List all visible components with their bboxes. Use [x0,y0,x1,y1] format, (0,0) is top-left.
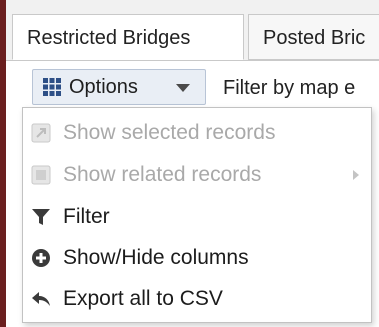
chevron-right-icon [353,170,359,180]
grid-icon [43,78,61,96]
menu-item-show-hide-columns[interactable]: Show/Hide columns [23,239,371,277]
tab-strip: Restricted Bridges Posted Bric [6,0,379,61]
tab-label: Posted Bric [263,27,366,49]
related-icon [31,165,51,185]
options-button[interactable]: Options [32,69,206,105]
menu-item-export-all-to-csv[interactable]: Export all to CSV [23,280,371,318]
menu-item-filter[interactable]: Filter [23,198,371,236]
menu-item-show-related-records[interactable]: Show related records [23,156,371,194]
tab-posted-bridges[interactable]: Posted Bric [248,14,379,60]
menu-item-label: Export all to CSV [63,287,223,310]
plus-circle-icon [32,249,50,267]
options-dropdown-menu: Show selected records Show related recor… [22,107,372,323]
chevron-down-icon [176,84,190,92]
menu-item-label: Filter [63,205,110,228]
menu-item-label: Show selected records [63,121,276,144]
filter-icon [32,209,50,225]
app-frame: Restricted Bridges Posted Bric Options F… [0,0,379,327]
table-toolbar: Options Filter by map e [6,61,379,111]
filter-by-map-extent-toggle[interactable]: Filter by map e [223,77,355,100]
tab-restricted-bridges[interactable]: Restricted Bridges [12,14,244,60]
menu-item-label: Show/Hide columns [63,246,249,269]
menu-item-show-selected-records[interactable]: Show selected records [23,114,371,152]
attribute-table-panel: Restricted Bridges Posted Bric Options F… [6,0,379,327]
reply-arrow-icon [32,292,50,306]
menu-item-label: Show related records [63,163,262,186]
tab-label: Restricted Bridges [27,27,191,49]
options-label: Options [69,76,138,98]
select-icon [31,123,51,143]
